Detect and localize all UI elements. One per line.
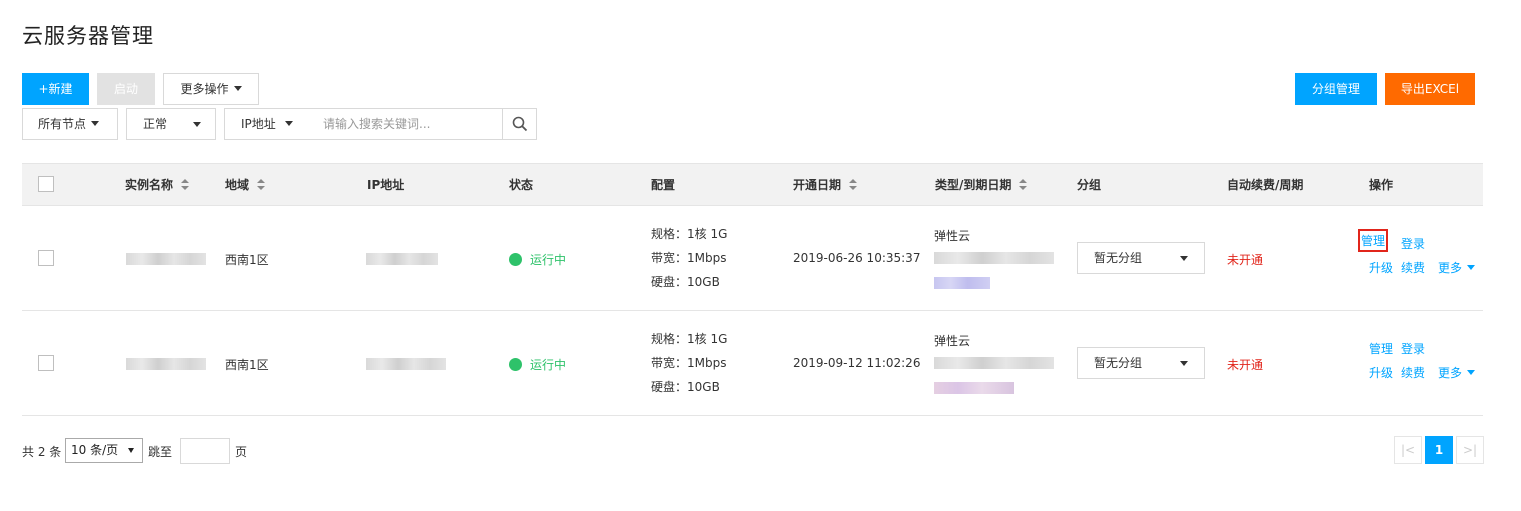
column-header-ip: IP地址 [367,178,405,192]
renew-link[interactable]: 续费 [1401,364,1425,381]
search-field-label: IP地址 [241,117,276,131]
jump-page-input[interactable] [180,438,230,464]
running-status-icon [509,358,522,371]
expire-date-redacted [934,252,1054,264]
total-count: 共 2 条 [22,445,62,459]
start-button[interactable]: 启动 [97,73,155,105]
region-cell: 西南1区 [225,253,269,267]
column-header-auto-renew: 自动续费/周期 [1227,178,1304,192]
search-icon [512,116,527,132]
manage-link[interactable]: 管理 [1369,340,1393,357]
region-cell: 西南1区 [225,358,269,372]
auto-renew-cell: 未开通 [1227,358,1264,372]
open-date-cell: 2019-09-12 11:02:26 [793,356,921,370]
search-input[interactable] [313,108,503,140]
chevron-down-icon [1467,370,1476,375]
search-button[interactable] [502,108,537,140]
status-cell: 运行中 [509,356,566,373]
ip-address-redacted [366,253,438,265]
upgrade-link[interactable]: 升级 [1369,259,1393,276]
expire-date-redacted [934,357,1054,369]
ip-address-redacted [366,358,446,370]
first-page-button[interactable]: |< [1394,436,1422,464]
type-cell: 弹性云 [934,334,971,348]
new-button[interactable]: +新建 [22,73,89,105]
sort-icon[interactable] [257,179,266,190]
node-filter-label: 所有节点 [38,117,87,131]
status-cell: 运行中 [509,251,566,268]
page-title: 云服务器管理 [22,24,154,48]
column-header-open-date[interactable]: 开通日期 [793,164,858,206]
page-unit-label: 页 [235,445,248,459]
chevron-down-icon [1180,361,1188,366]
open-date-cell: 2019-06-26 10:35:37 [793,251,921,265]
chevron-down-icon [284,121,293,126]
column-header-config: 配置 [651,178,676,192]
upgrade-link[interactable]: 升级 [1369,364,1393,381]
instance-name-redacted [126,358,206,370]
export-excel-button[interactable]: 导出EXCEl [1385,73,1475,105]
chevron-down-icon [233,86,242,91]
more-actions-dropdown[interactable]: 更多 [1438,259,1476,276]
expire-note-redacted [934,382,1014,394]
dropdown-arrow-icon [128,448,134,453]
group-manage-button[interactable]: 分组管理 [1295,73,1377,105]
type-cell: 弹性云 [934,229,971,243]
status-filter-label: 正常 [143,117,168,131]
auto-renew-cell: 未开通 [1227,253,1264,267]
expire-note-redacted [934,277,990,289]
more-operations-label: 更多操作 [180,82,229,96]
sort-icon[interactable] [181,179,190,190]
chevron-down-icon [193,122,201,127]
group-select[interactable]: 暂无分组 [1077,242,1205,274]
login-link[interactable]: 登录 [1401,340,1425,357]
more-operations-dropdown[interactable]: 更多操作 [163,73,259,105]
column-header-group: 分组 [1077,178,1102,192]
jump-label: 跳至 [148,445,173,459]
row-checkbox[interactable] [38,250,54,266]
table-header: 实例名称 地域 IP地址 状态 配置 开通日期 类型/到期日期 分组 自动续费/… [22,163,1483,206]
select-all-checkbox[interactable] [38,176,54,192]
instance-name-redacted [126,253,206,265]
chevron-down-icon [1467,265,1476,270]
sort-icon[interactable] [849,179,858,190]
page-1-button[interactable]: 1 [1425,436,1453,464]
status-filter-dropdown[interactable]: 正常 [126,108,216,140]
column-header-region[interactable]: 地域 [225,164,266,206]
config-cell: 规格：1核 1G 带宽：1Mbps 硬盘：10GB [651,332,728,394]
chevron-down-icon [91,121,100,126]
column-header-name[interactable]: 实例名称 [125,164,190,206]
last-page-button[interactable]: >| [1456,436,1484,464]
search-field-dropdown[interactable]: IP地址 [224,108,314,140]
chevron-down-icon [1180,256,1188,261]
column-header-actions: 操作 [1369,178,1394,192]
renew-link[interactable]: 续费 [1401,259,1425,276]
column-header-type-expire[interactable]: 类型/到期日期 [935,164,1028,206]
running-status-icon [509,253,522,266]
config-cell: 规格：1核 1G 带宽：1Mbps 硬盘：10GB [651,227,728,289]
node-filter-dropdown[interactable]: 所有节点 [22,108,118,140]
login-link[interactable]: 登录 [1401,235,1425,252]
sort-icon[interactable] [1019,179,1028,190]
manage-link[interactable]: 管理 [1358,229,1389,252]
table-row: 西南1区 运行中 规格：1核 1G 带宽：1Mbps 硬盘：10GB 2019-… [22,206,1483,311]
more-actions-dropdown[interactable]: 更多 [1438,364,1476,381]
page-size-select[interactable]: 10 条/页 [65,438,143,463]
column-header-status: 状态 [509,178,534,192]
row-checkbox[interactable] [38,355,54,371]
table-row: 西南1区 运行中 规格：1核 1G 带宽：1Mbps 硬盘：10GB 2019-… [22,311,1483,416]
group-select[interactable]: 暂无分组 [1077,347,1205,379]
